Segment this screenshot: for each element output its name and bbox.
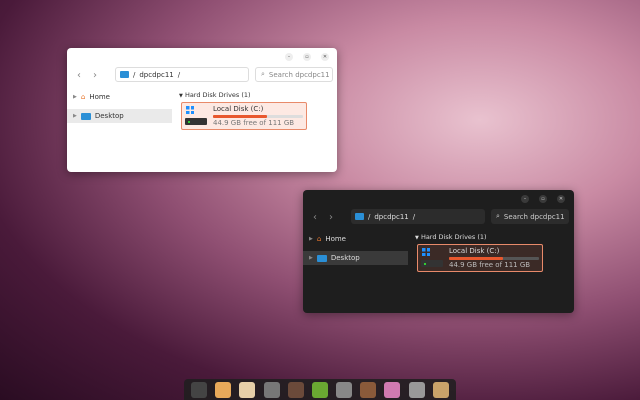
forward-button[interactable]: › [93,70,97,81]
path-segment[interactable]: dpcdpc11 [374,213,408,221]
search-input[interactable]: ⌕ Search dpcdpc11 [255,67,333,82]
path-separator: / [412,212,416,221]
desktop-icon [80,112,91,120]
back-button[interactable]: ‹ [77,70,81,81]
gauge-icon[interactable] [336,381,353,398]
minimize-button[interactable]: – [521,195,529,203]
drive-name: Local Disk (C:) [449,247,500,255]
search-placeholder: Search dpcdpc11 [268,70,330,79]
sidebar-item-home[interactable]: ▶ ⌂ Home [303,232,408,246]
expand-icon[interactable]: ▶ [309,236,313,242]
calculator-icon[interactable] [239,381,256,398]
sidebar: ▶ ⌂ Home ▶ Desktop [303,232,408,270]
minimize-button[interactable]: – [285,53,293,61]
sidebar-item-desktop[interactable]: ▶ Desktop [67,109,172,123]
piano-icon[interactable] [384,381,401,398]
path-segment[interactable]: dpcdpc11 [139,71,173,79]
search-icon: ⌕ [261,70,265,78]
hard-drive-icon [185,105,207,127]
drive-item[interactable]: Local Disk (C:) 44.9 GB free of 111 GB [417,244,543,272]
desktop-icon [316,254,327,262]
group-header[interactable]: ▼ Hard Disk Drives (1) [179,91,251,99]
path-bar[interactable]: / dpcdpc11 / [115,67,249,82]
dock [184,379,456,400]
drive-usage-bar [213,114,303,118]
close-button[interactable]: ✕ [557,195,565,203]
hard-drive-icon [421,247,443,269]
drive-free-space: 44.9 GB free of 111 GB [213,119,295,127]
expand-icon[interactable]: ▶ [309,255,313,261]
file-manager-window: – ▫ ✕ ‹ › / dpcdpc11 / ⌕ Search dpcdpc11 … [303,190,574,313]
path-separator: / [177,70,181,79]
sidebar-item-desktop[interactable]: ▶ Desktop [303,251,408,265]
forward-button[interactable]: › [329,212,333,223]
expand-icon[interactable]: ▶ [73,113,77,119]
maps-icon[interactable] [311,381,328,398]
path-separator: / [368,212,371,221]
sidebar: ▶ ⌂ Home ▶ Desktop [67,90,172,128]
search-icon: ⌕ [496,212,500,220]
path-bar[interactable]: / dpcdpc11 / [351,209,485,224]
search-input[interactable]: ⌕ Search dpcdpc11 [491,209,569,224]
computer-icon [120,71,129,78]
sidebar-item-home[interactable]: ▶ ⌂ Home [67,90,172,104]
group-header[interactable]: ▼ Hard Disk Drives (1) [415,233,487,241]
home-icon: ⌂ [316,235,322,243]
sidebar-item-label: Home [325,235,346,243]
tools-icon[interactable] [432,381,449,398]
turntable-icon[interactable] [287,381,304,398]
home-icon: ⌂ [80,93,86,101]
close-button[interactable]: ✕ [321,53,329,61]
mixer-icon[interactable] [408,381,425,398]
file-manager-window: – ▫ ✕ ‹ › / dpcdpc11 / ⌕ Search dpcdpc11 … [67,48,337,172]
drive-name: Local Disk (C:) [213,105,264,113]
disks-icon[interactable] [263,381,280,398]
files-icon[interactable] [215,381,232,398]
maximize-button[interactable]: ▫ [539,195,547,203]
group-label: Hard Disk Drives (1) [420,233,487,241]
music-icon[interactable] [360,381,377,398]
path-separator: / [133,70,136,79]
app-grid-icon[interactable] [191,381,208,398]
sidebar-item-label: Home [89,93,110,101]
expand-icon[interactable]: ▶ [73,94,77,100]
maximize-button[interactable]: ▫ [303,53,311,61]
drive-item[interactable]: Local Disk (C:) 44.9 GB free of 111 GB [181,102,307,130]
back-button[interactable]: ‹ [313,212,317,223]
group-label: Hard Disk Drives (1) [184,91,251,99]
search-placeholder: Search dpcdpc11 [503,212,565,221]
computer-icon [355,213,364,220]
drive-usage-bar [449,256,539,260]
sidebar-item-label: Desktop [330,254,360,262]
sidebar-item-label: Desktop [94,112,124,120]
drive-free-space: 44.9 GB free of 111 GB [449,261,531,269]
